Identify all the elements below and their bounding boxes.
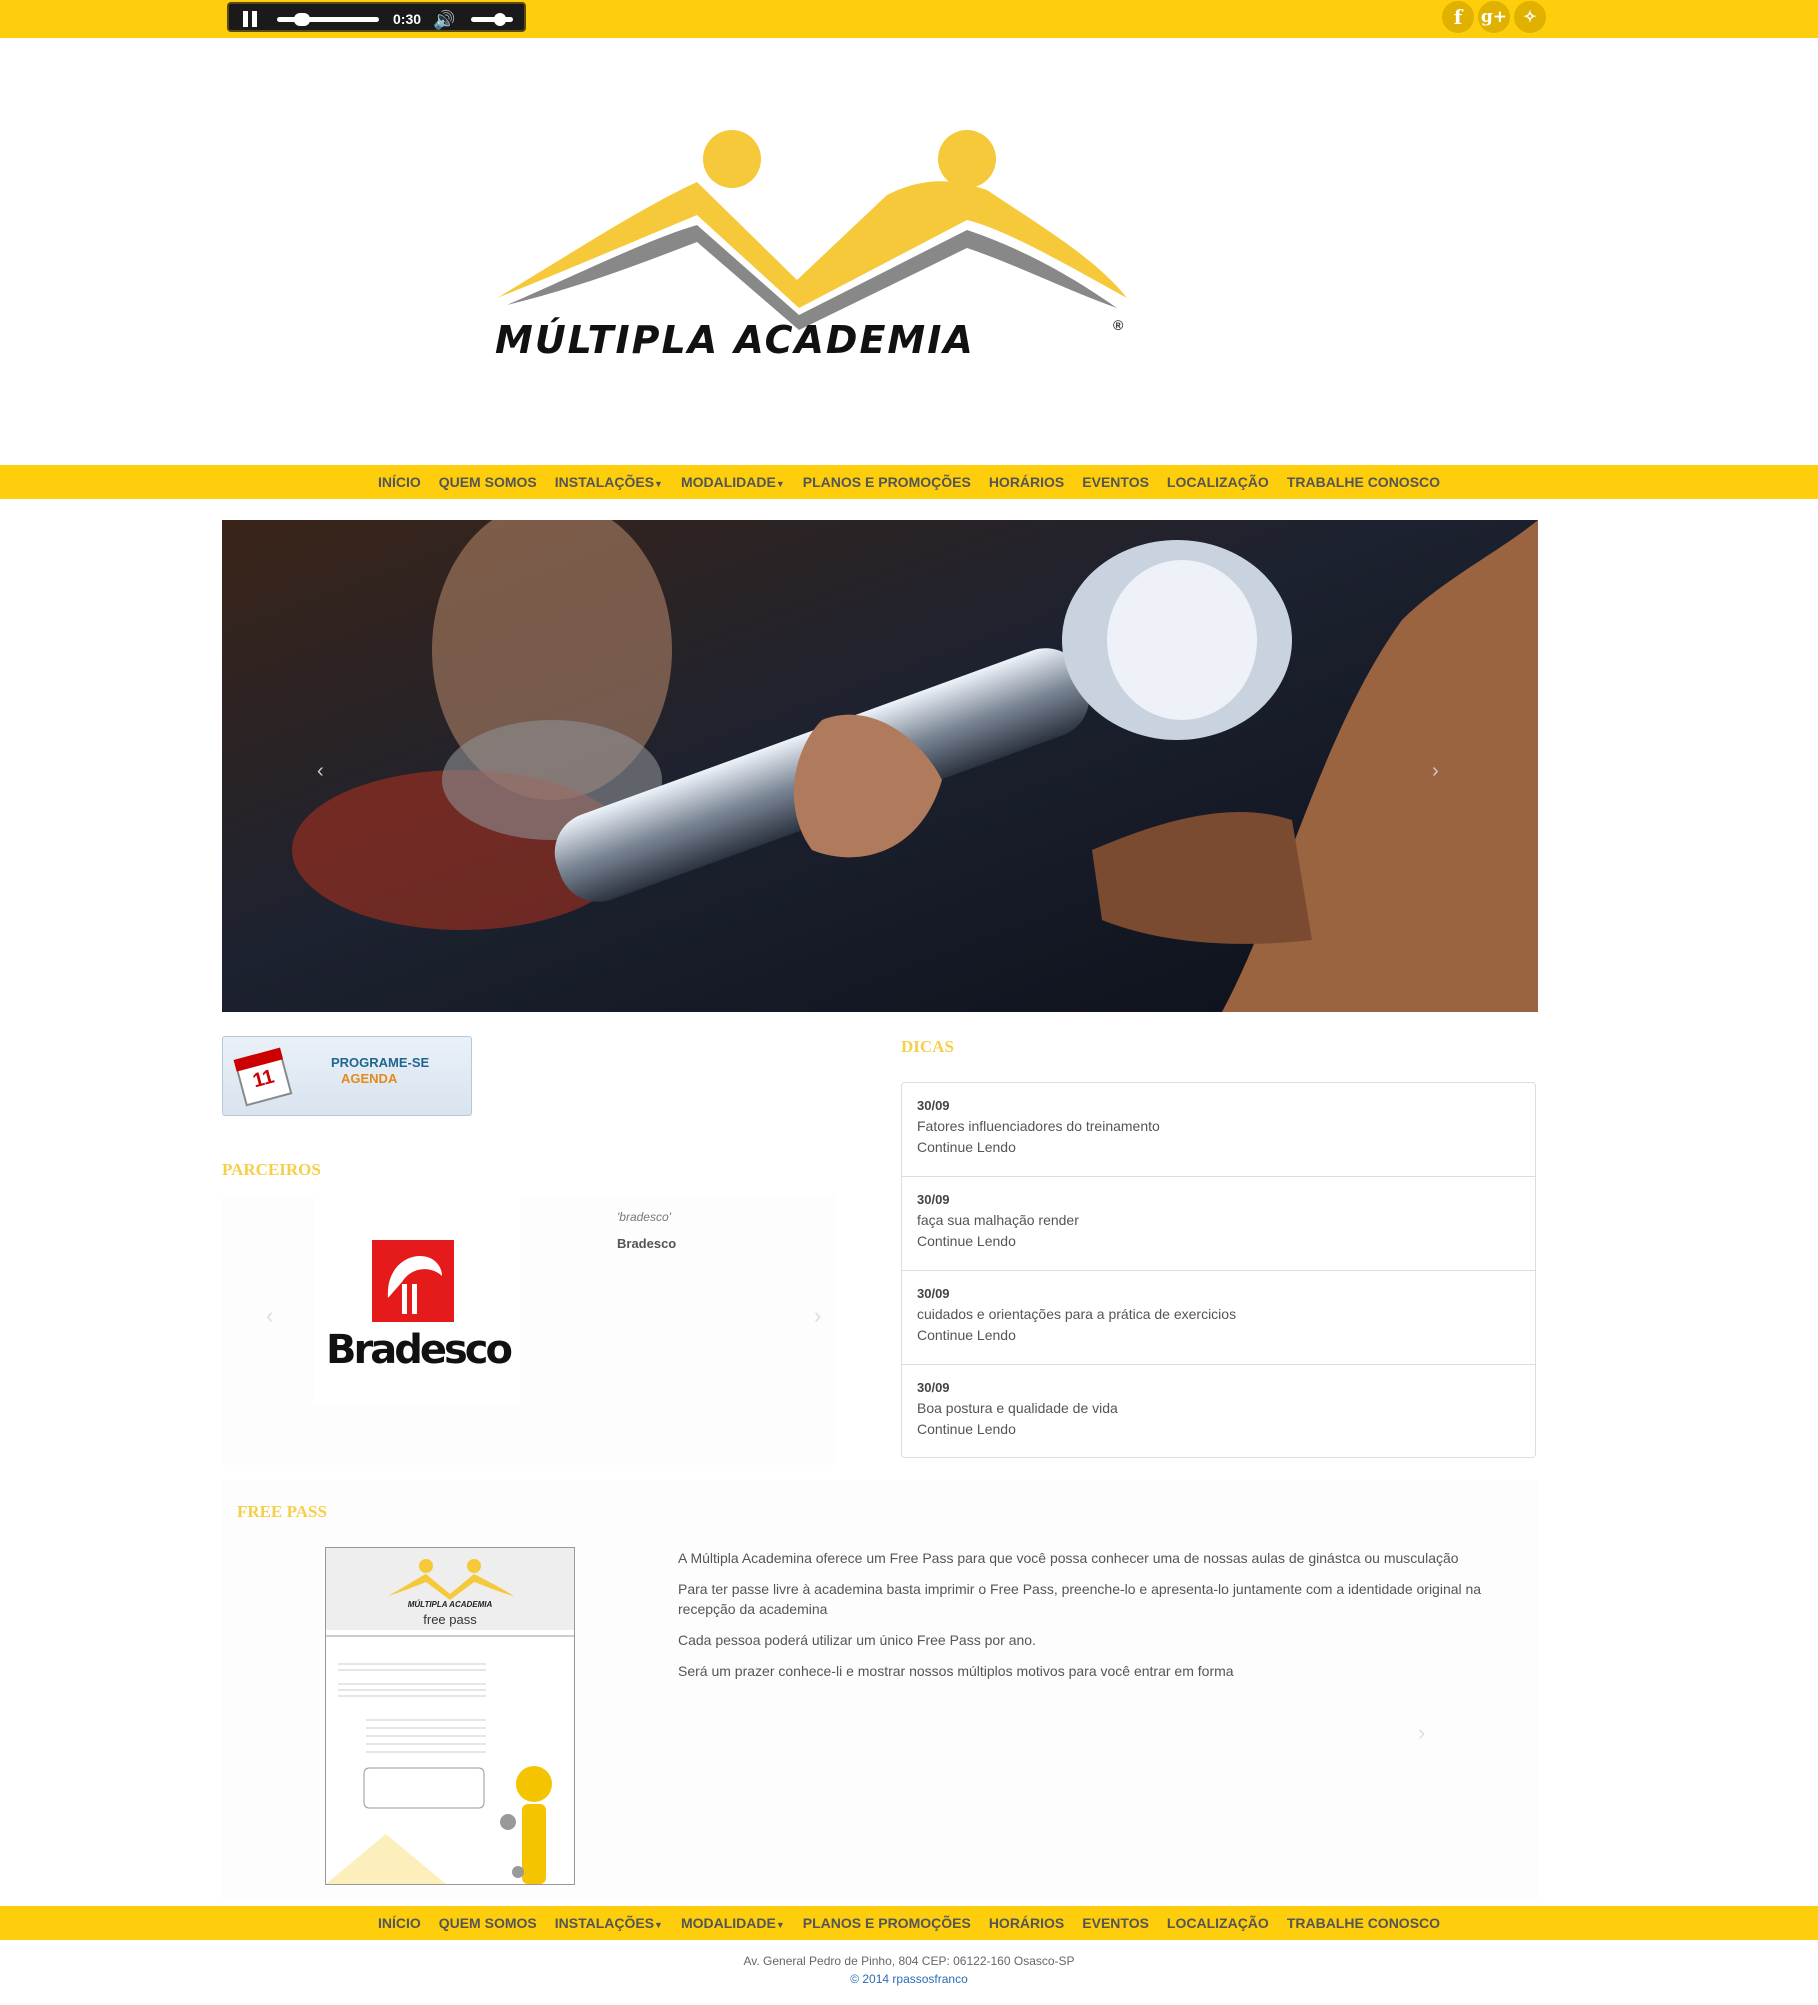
footer-nav: INÍCIO QUEM SOMOS INSTALAÇÕES▼ MODALIDADE▼ P… xyxy=(0,1906,1818,1940)
nav-trabalhe-conosco[interactable]: TRABALHE CONOSCO xyxy=(1278,1906,1449,1940)
bradesco-logo[interactable]: Bradesco xyxy=(314,1195,520,1405)
dicas-title: DICAS xyxy=(901,1037,954,1056)
hero-carousel: ‹ › xyxy=(222,520,1538,1012)
freepass-card[interactable]: MÚLTIPLA ACADEMIA free pass xyxy=(325,1547,575,1885)
freepass-logo-icon xyxy=(388,1559,514,1600)
dica-date: 30/09 xyxy=(917,1098,950,1113)
pause-icon[interactable] xyxy=(243,11,257,27)
nav-quem-somos[interactable]: QUEM SOMOS xyxy=(430,465,546,499)
main-nav: INÍCIO QUEM SOMOS INSTALAÇÕES▼ MODALIDADE▼ P… xyxy=(0,465,1818,499)
nav-horarios[interactable]: HORÁRIOS xyxy=(980,1906,1073,1940)
hero-prev[interactable]: ‹ xyxy=(317,760,324,783)
chevron-down-icon: ▼ xyxy=(654,1920,663,1930)
nav-planos[interactable]: PLANOS E PROMOÇÕES xyxy=(794,1906,980,1940)
freepass-card-brand: MÚLTIPLA ACADEMIA xyxy=(407,1600,493,1609)
calendar-icon: 11 xyxy=(233,1047,293,1107)
freepass-card-title: free pass xyxy=(423,1612,477,1627)
continue-link[interactable]: Continue Lendo xyxy=(917,1231,1520,1252)
partner-caption: 'bradesco' xyxy=(617,1210,671,1224)
nav-instalacoes-label: INSTALAÇÕES xyxy=(554,1915,655,1931)
partners-carousel: Bradesco 'bradesco' Bradesco ‹ › xyxy=(222,1195,836,1465)
freepass-paragraph: Cada pessoa poderá utilizar um único Fre… xyxy=(678,1632,1036,1648)
nav-horarios[interactable]: HORÁRIOS xyxy=(980,465,1073,499)
partners-next[interactable]: › xyxy=(814,1303,821,1329)
twitter-icon[interactable]: ✧ xyxy=(1514,1,1546,33)
nav-quem-somos[interactable]: QUEM SOMOS xyxy=(430,1906,546,1940)
logo-head-left xyxy=(703,130,761,188)
nav-planos[interactable]: PLANOS E PROMOÇÕES xyxy=(794,465,980,499)
partner-name: Bradesco xyxy=(617,1236,677,1251)
bradesco-wordmark: Bradesco xyxy=(326,1327,513,1373)
hero-next[interactable]: › xyxy=(1432,760,1439,783)
freepass-title: FREE PASS xyxy=(237,1502,327,1521)
freepass-card-body xyxy=(326,1635,574,1884)
freepass-card-header: MÚLTIPLA ACADEMIA free pass xyxy=(326,1548,574,1630)
continue-link[interactable]: Continue Lendo xyxy=(917,1419,1520,1440)
freepass-paragraph: Será um prazer conhece-li e mostrar noss… xyxy=(678,1663,1234,1679)
freepass-text: A Múltipla Academina oferece um Free Pas… xyxy=(678,1548,1518,1692)
nav-modalidade[interactable]: MODALIDADE▼ xyxy=(672,1906,794,1942)
registered-mark: ® xyxy=(1113,317,1124,333)
top-bar: 0:30 🔊 f g+ ✧ xyxy=(0,0,1818,38)
list-item: 30/09 cuidados e orientações para a prát… xyxy=(902,1271,1535,1365)
dica-title[interactable]: Boa postura e qualidade de vida xyxy=(917,1398,1520,1419)
dicas-list: 30/09 Fatores influenciadores do treinam… xyxy=(901,1082,1536,1458)
list-item: 30/09 Fatores influenciadores do treinam… xyxy=(902,1083,1535,1177)
facebook-icon[interactable]: f xyxy=(1442,1,1474,33)
footer-copyright[interactable]: © 2014 rpassosfranco xyxy=(0,1970,1818,1988)
volume-slider[interactable] xyxy=(471,13,513,26)
logo-wordmark: MÚLTIPLA ACADEMIA xyxy=(495,318,975,362)
agenda-line1: PROGRAME-SE xyxy=(331,1055,430,1070)
freepass-paragraph: A Múltipla Academina oferece um Free Pas… xyxy=(678,1550,1459,1566)
nav-modalidade-label: MODALIDADE xyxy=(680,1915,776,1931)
nav-eventos[interactable]: EVENTOS xyxy=(1073,465,1158,499)
nav-instalacoes-label: INSTALAÇÕES xyxy=(554,474,655,490)
nav-trabalhe-conosco[interactable]: TRABALHE CONOSCO xyxy=(1278,465,1449,499)
dica-title[interactable]: Fatores influenciadores do treinamento xyxy=(917,1116,1520,1137)
nav-instalacoes[interactable]: INSTALAÇÕES▼ xyxy=(546,1906,672,1942)
seek-thumb[interactable] xyxy=(294,13,311,26)
nav-localizacao[interactable]: LOCALIZAÇÃO xyxy=(1158,465,1278,499)
bradesco-mark-icon xyxy=(372,1240,454,1322)
volume-icon[interactable]: 🔊 xyxy=(433,10,455,31)
dica-date: 30/09 xyxy=(917,1192,950,1207)
partners-prev[interactable]: ‹ xyxy=(266,1303,273,1329)
agenda-line2: AGENDA xyxy=(341,1071,398,1086)
volume-thumb[interactable] xyxy=(493,13,506,26)
logo-head-right xyxy=(938,130,996,188)
freepass-paragraph: Para ter passe livre à academina basta i… xyxy=(678,1581,1482,1617)
nav-instalacoes[interactable]: INSTALAÇÕES▼ xyxy=(546,465,672,501)
chevron-down-icon: ▼ xyxy=(775,479,785,489)
continue-link[interactable]: Continue Lendo xyxy=(917,1325,1520,1346)
nav-modalidade-label: MODALIDADE xyxy=(680,474,776,490)
google-plus-icon[interactable]: g+ xyxy=(1478,1,1510,33)
dica-date: 30/09 xyxy=(917,1380,950,1395)
chevron-down-icon: ▼ xyxy=(775,1920,785,1930)
dica-title[interactable]: cuidados e orientações para a prática de… xyxy=(917,1304,1520,1325)
nav-modalidade[interactable]: MODALIDADE▼ xyxy=(672,465,794,501)
seek-bar[interactable] xyxy=(277,13,379,26)
nav-localizacao[interactable]: LOCALIZAÇÃO xyxy=(1158,1906,1278,1940)
nav-inicio[interactable]: INÍCIO xyxy=(369,465,430,499)
list-item: 30/09 Boa postura e qualidade de vida Co… xyxy=(902,1365,1535,1459)
list-item: 30/09 faça sua malhação render Continue … xyxy=(902,1177,1535,1271)
nav-eventos[interactable]: EVENTOS xyxy=(1073,1906,1158,1940)
agenda-banner[interactable]: 11 PROGRAME-SE AGENDA xyxy=(222,1036,472,1116)
dica-date: 30/09 xyxy=(917,1286,950,1301)
audio-player[interactable]: 0:30 🔊 xyxy=(227,2,526,32)
chevron-down-icon: ▼ xyxy=(654,479,663,489)
player-time: 0:30 xyxy=(393,11,422,27)
calendar-day: 11 xyxy=(250,1065,277,1093)
footer: Av. General Pedro de Pinho, 804 CEP: 061… xyxy=(0,1952,1818,1988)
freepass-next[interactable]: › xyxy=(1418,1720,1425,1746)
logo-arms xyxy=(497,181,1127,308)
footer-address: Av. General Pedro de Pinho, 804 CEP: 061… xyxy=(743,1954,1075,1968)
nav-inicio[interactable]: INÍCIO xyxy=(369,1906,430,1940)
continue-link[interactable]: Continue Lendo xyxy=(917,1137,1520,1158)
hero-image xyxy=(222,520,1538,1012)
parceiros-title: PARCEIROS xyxy=(222,1160,321,1179)
dica-title[interactable]: faça sua malhação render xyxy=(917,1210,1520,1231)
